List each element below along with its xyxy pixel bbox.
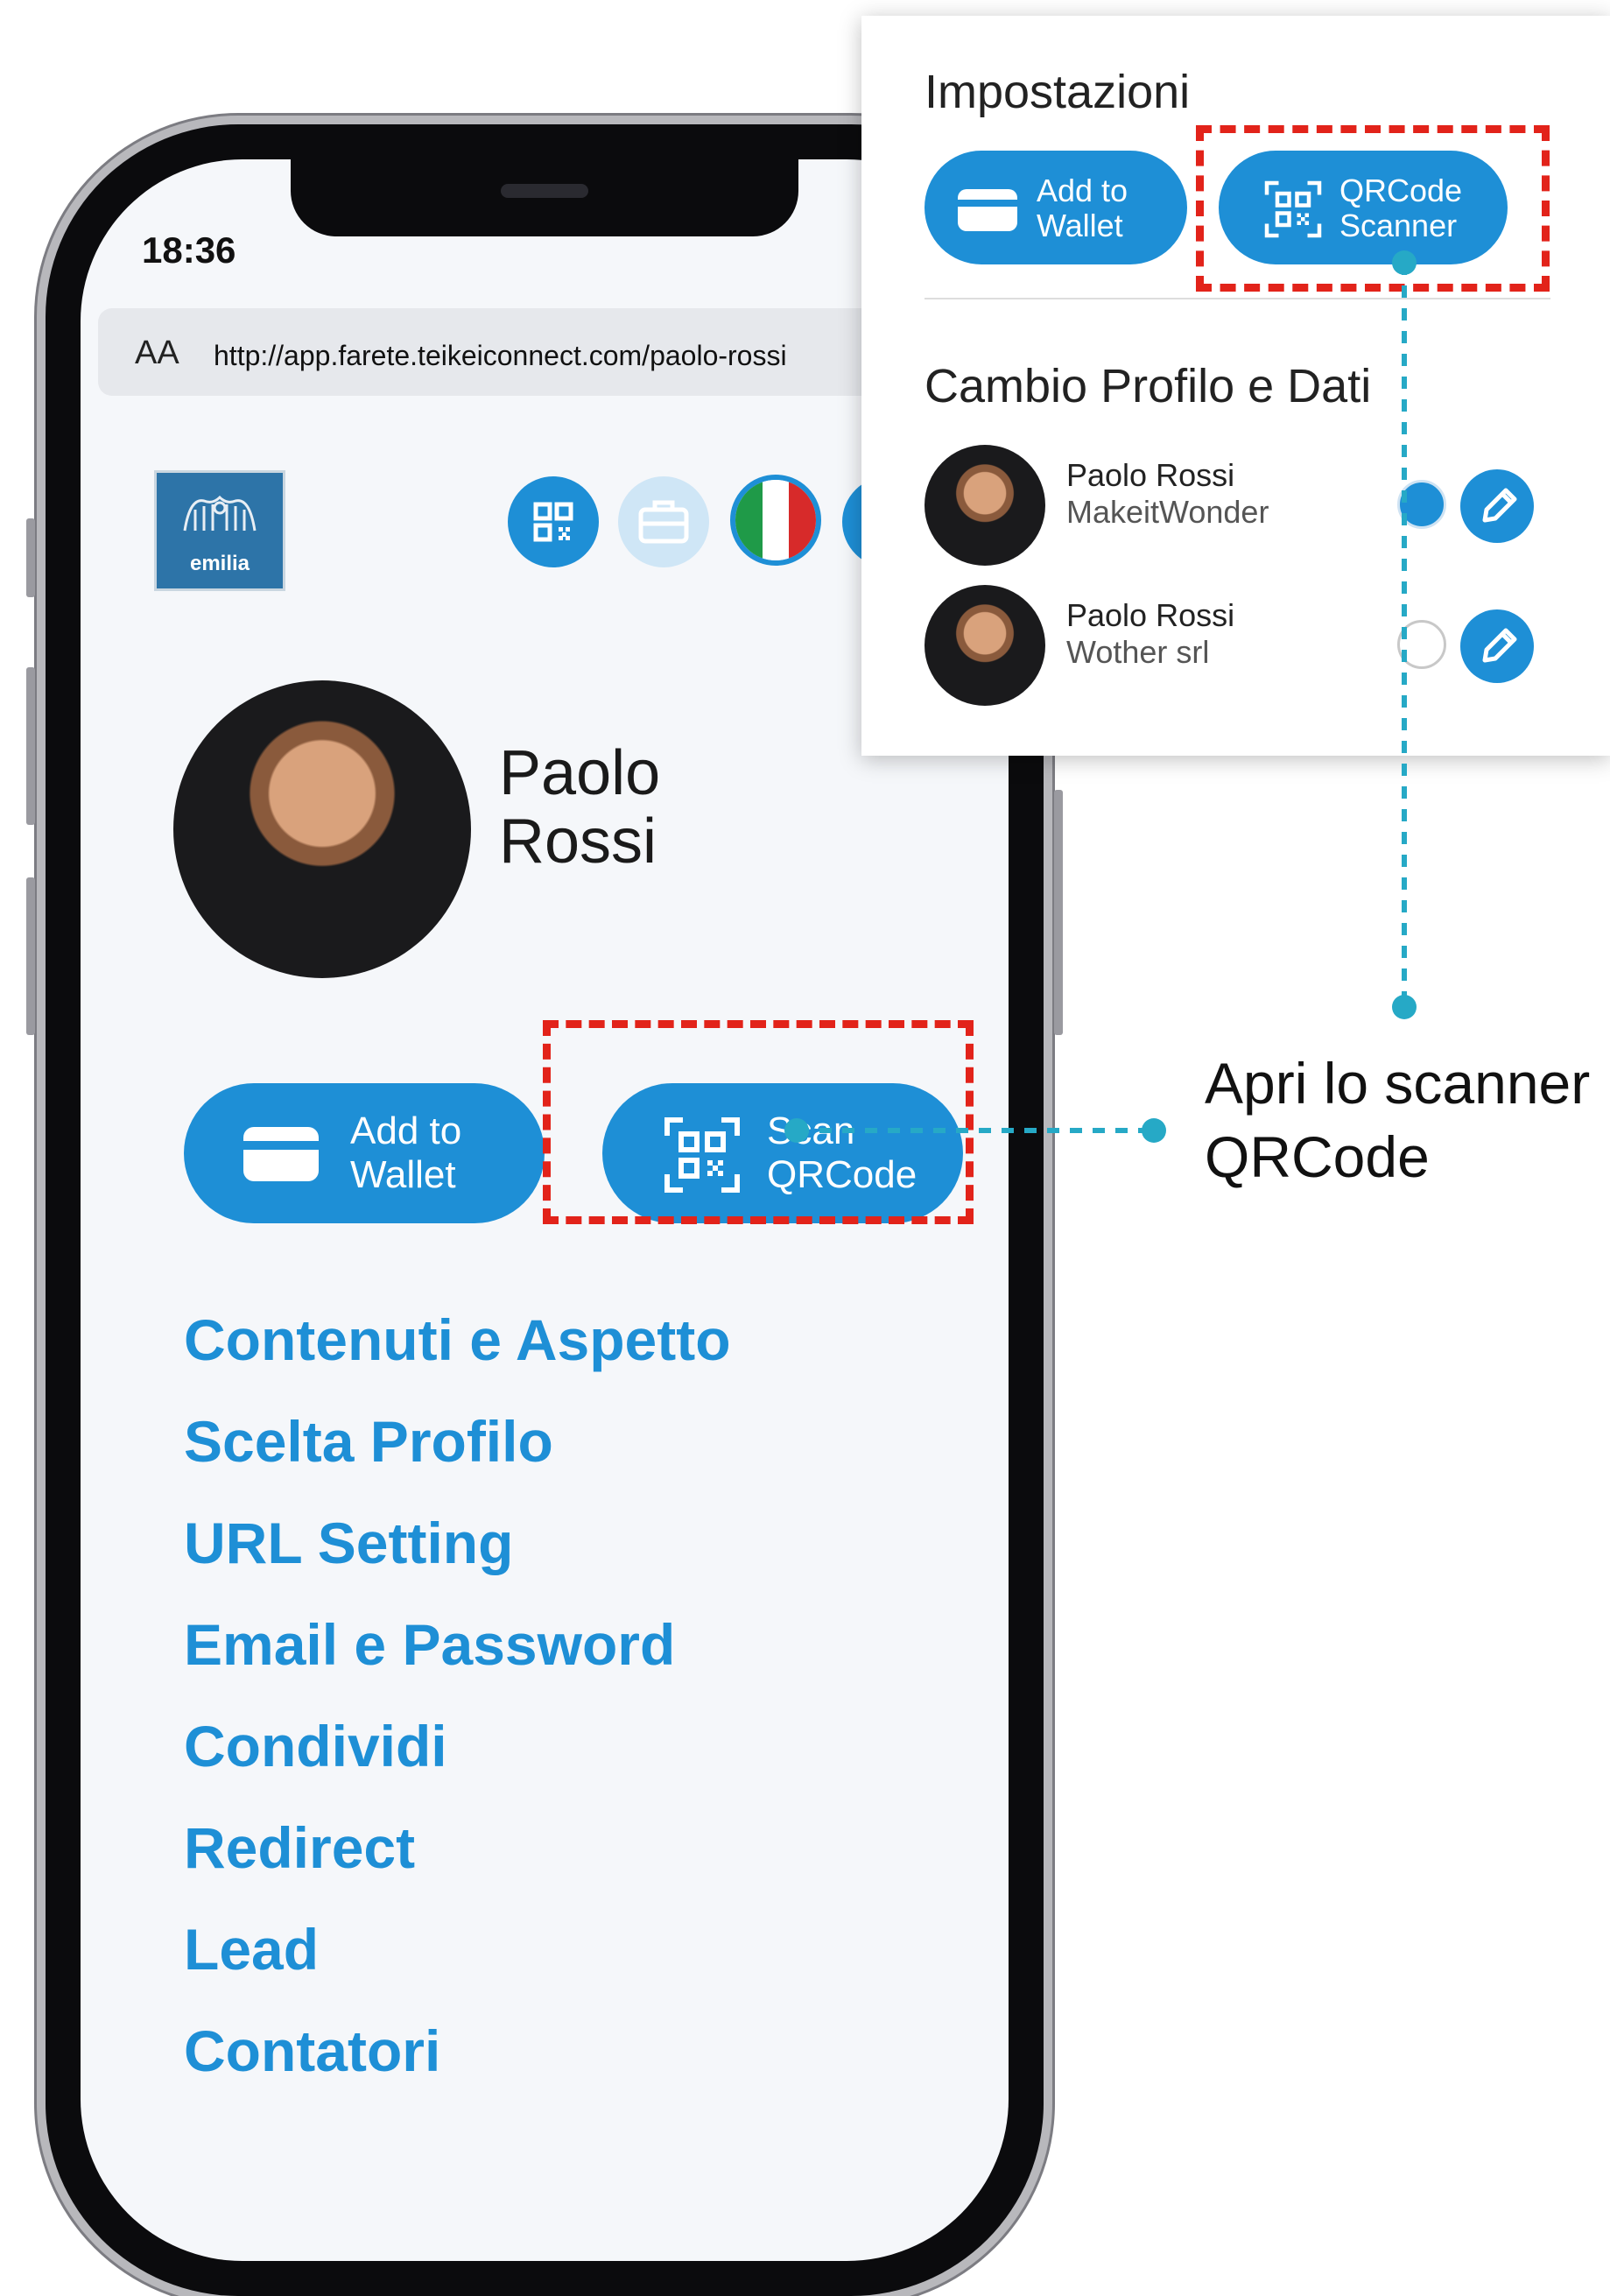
connector-dot	[1142, 1118, 1166, 1143]
connector-dot	[1392, 995, 1417, 1019]
callout-text: Apri lo scanner QRCode	[1205, 1051, 1591, 1189]
connector-dot	[784, 1118, 809, 1143]
connector-dot	[1392, 250, 1417, 275]
